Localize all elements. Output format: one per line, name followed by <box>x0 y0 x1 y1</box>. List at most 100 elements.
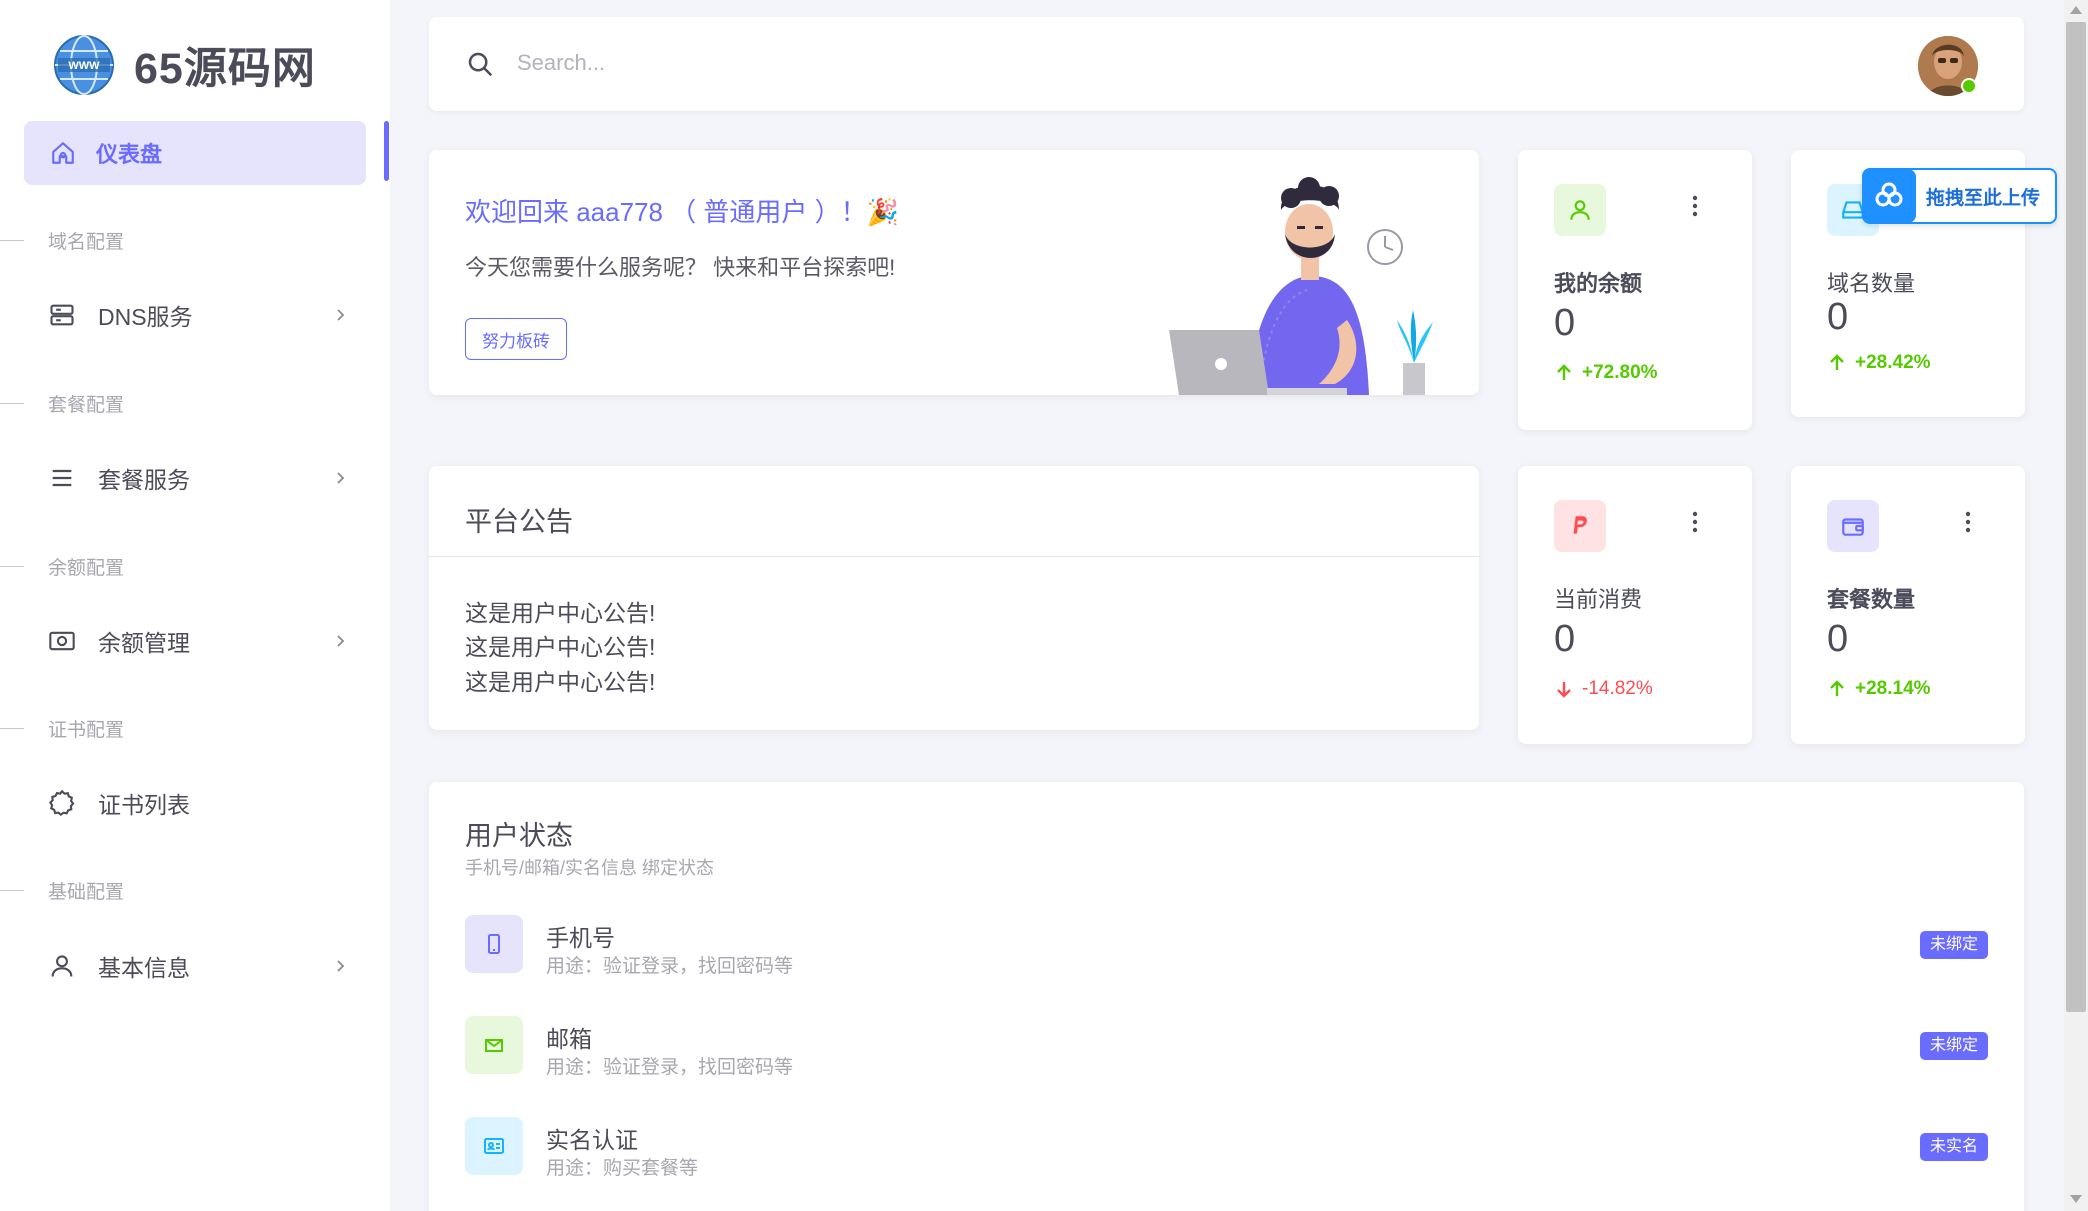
status-row-desc: 用途：验证登录，找回密码等 <box>546 956 794 977</box>
user-status-subtitle: 手机号/邮箱/实名信息 绑定状态 <box>465 858 715 878</box>
stat-trend: +28.42% <box>1827 352 1931 374</box>
sidebar-item-label: DNS服务 <box>98 304 193 330</box>
cloud-upload-icon <box>1862 169 1916 223</box>
stat-icon-box <box>1827 500 1879 552</box>
section-header-basic: 基础配置 <box>0 875 124 905</box>
sidebar-item-package[interactable]: 套餐服务 <box>48 456 348 500</box>
home-icon <box>52 142 74 164</box>
stat-icon-box <box>1554 500 1606 552</box>
sidebar-item-dns[interactable]: DNS服务 <box>48 293 348 337</box>
chevron-right-icon <box>337 960 345 972</box>
sidebar-item-dashboard[interactable]: 仪表盘 <box>24 121 366 185</box>
stat-title: 我的余额 <box>1554 271 1643 296</box>
cash-icon <box>49 631 75 651</box>
sidebar-item-label: 套餐服务 <box>98 467 190 493</box>
menu-icon <box>52 469 72 487</box>
welcome-card: 欢迎回来 aaa778 （ 普通用户 ）！🎉 今天您需要什么服务呢？ 快来和平台… <box>429 150 1479 395</box>
upload-badge-label: 拖拽至此上传 <box>1926 187 2041 209</box>
status-row-email[interactable]: 邮箱 用途：验证登录，找回密码等 未绑定 <box>465 1016 1988 1078</box>
status-row-phone[interactable]: 手机号 用途：验证登录，找回密码等 未绑定 <box>465 915 1988 977</box>
status-row-desc: 用途：验证登录，找回密码等 <box>546 1057 794 1078</box>
more-vertical-icon[interactable] <box>1963 510 1973 534</box>
sidebar-item-balance[interactable]: 余额管理 <box>48 619 348 663</box>
developer-illustration <box>1169 177 1433 395</box>
section-header-certificate: 证书配置 <box>0 713 124 743</box>
stat-card-packages: 套餐数量 0 +28.14% <box>1791 466 2025 744</box>
status-badge[interactable]: 未绑定 <box>1919 1032 1988 1060</box>
divider <box>429 556 1479 557</box>
sidebar-item-label: 基本信息 <box>98 955 190 981</box>
phone-icon <box>465 915 523 973</box>
search-icon[interactable] <box>465 49 495 79</box>
announcement-line: 这是用户中心公告! <box>465 634 656 660</box>
welcome-subtitle: 今天您需要什么服务呢？ 快来和平台探索吧! <box>465 255 896 280</box>
brand[interactable]: WWW 65源码网 <box>52 32 316 98</box>
chevron-right-icon <box>337 635 345 647</box>
sidebar: WWW 65源码网 仪表盘 域名配置 DNS服务 套餐配置 套餐服务 余额配置 <box>0 0 390 1211</box>
user-icon <box>1570 200 1590 220</box>
status-row-realname[interactable]: 实名认证 用途：购买套餐等 未实名 <box>465 1117 1988 1179</box>
sidebar-item-label: 仪表盘 <box>96 142 163 167</box>
welcome-title: 欢迎回来 aaa778 （ 普通用户 ）！🎉 <box>465 197 900 227</box>
sidebar-item-basic-info[interactable]: 基本信息 <box>48 944 348 988</box>
stat-trend: -14.82% <box>1554 678 1653 700</box>
stat-icon-box <box>1554 184 1606 236</box>
sidebar-item-label: 证书列表 <box>98 792 190 818</box>
search-input[interactable] <box>517 43 937 83</box>
user-status-card: 用户状态 手机号/邮箱/实名信息 绑定状态 手机号 用途：验证登录，找回密码等 … <box>429 782 2024 1211</box>
scrollbar-thumb[interactable] <box>2066 22 2086 1012</box>
drag-upload-badge[interactable]: 拖拽至此上传 <box>1862 168 2057 224</box>
server-icon <box>50 304 74 326</box>
scroll-down-arrow-icon[interactable] <box>2070 1195 2082 1203</box>
paypal-icon <box>1573 516 1587 534</box>
stat-value: 0 <box>1554 302 1576 344</box>
announcement-line: 这是用户中心公告! <box>465 669 656 695</box>
arrow-down-icon <box>1557 682 1571 698</box>
stat-card-spending: 当前消费 0 -14.82% <box>1518 466 1752 744</box>
more-vertical-icon[interactable] <box>1690 194 1700 218</box>
user-icon <box>51 955 73 977</box>
status-row-name: 手机号 <box>546 925 615 951</box>
arrow-up-icon <box>1557 364 1571 380</box>
welcome-button[interactable]: 努力板砖 <box>465 318 567 360</box>
sidebar-item-certificate[interactable]: 证书列表 <box>48 781 348 825</box>
stat-title: 套餐数量 <box>1827 587 1916 612</box>
svg-text:WWW: WWW <box>68 60 100 72</box>
stat-value: 0 <box>1827 296 1849 338</box>
section-header-balance: 余额配置 <box>0 551 124 581</box>
user-status-title: 用户状态 <box>465 821 573 851</box>
stat-trend: +28.14% <box>1827 678 1931 700</box>
section-header-domain: 域名配置 <box>0 225 124 255</box>
stat-trend: +72.80% <box>1554 362 1658 384</box>
sidebar-item-label: 余额管理 <box>98 630 190 656</box>
scroll-up-arrow-icon[interactable] <box>2070 6 2082 14</box>
chevron-right-icon <box>337 309 345 321</box>
chevron-right-icon <box>337 472 345 484</box>
stat-title: 域名数量 <box>1827 271 1916 296</box>
status-row-desc: 用途：购买套餐等 <box>546 1158 699 1179</box>
certificate-icon <box>48 789 75 817</box>
globe-www-icon: WWW <box>54 35 114 95</box>
announcement-title: 平台公告 <box>465 507 573 537</box>
announcement-line: 这是用户中心公告! <box>465 600 656 626</box>
status-badge[interactable]: 未实名 <box>1919 1133 1988 1161</box>
status-badge[interactable]: 未绑定 <box>1919 931 1988 959</box>
announcement-card: 平台公告 这是用户中心公告! 这是用户中心公告! 这是用户中心公告! <box>429 466 1479 730</box>
id-card-icon <box>465 1117 523 1175</box>
status-row-name: 邮箱 <box>546 1026 592 1052</box>
stat-title: 当前消费 <box>1554 587 1643 612</box>
section-header-package: 套餐配置 <box>0 388 124 418</box>
stat-card-balance: 我的余额 0 +72.80% <box>1518 150 1752 430</box>
arrow-up-icon <box>1830 680 1844 696</box>
more-vertical-icon[interactable] <box>1690 510 1700 534</box>
stat-value: 0 <box>1827 618 1849 660</box>
status-row-name: 实名认证 <box>546 1127 638 1153</box>
arrow-up-icon <box>1830 354 1844 370</box>
brand-name: 65源码网 <box>134 45 316 93</box>
mail-icon <box>465 1016 523 1074</box>
wallet-icon <box>1842 518 1864 536</box>
stat-value: 0 <box>1554 618 1576 660</box>
active-indicator <box>384 121 389 181</box>
topbar <box>429 17 2024 111</box>
online-status-dot <box>1961 78 1977 94</box>
